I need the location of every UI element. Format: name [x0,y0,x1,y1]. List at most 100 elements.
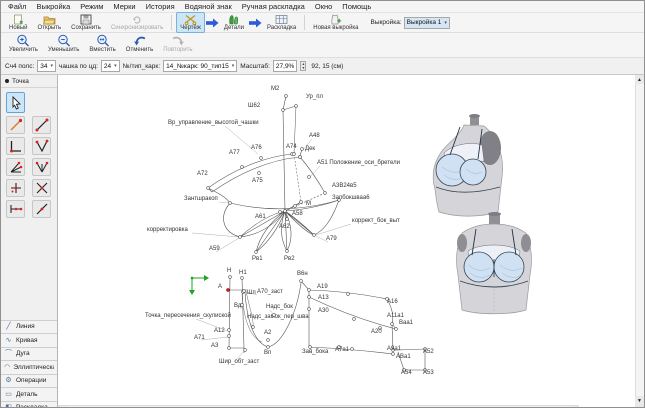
point-marker[interactable] [308,289,311,292]
scroll-down-button[interactable]: ▼ [635,396,644,405]
scroll-up-button[interactable]: ▲ [635,75,644,84]
point-marker[interactable] [258,172,261,175]
point-marker[interactable] [351,348,354,351]
point-marker[interactable] [308,308,311,311]
sync-button[interactable]: Синхронизировать [107,12,167,34]
mode-details-button[interactable]: Детали [220,12,248,34]
point-tool-tangent[interactable] [6,200,25,218]
point-marker[interactable] [309,346,312,349]
point-marker[interactable] [239,236,242,239]
point-marker[interactable] [301,148,304,151]
sidebar-panel-2[interactable]: ∿Кривая [1,333,57,347]
point-label: А53 [423,370,434,376]
point-marker[interactable] [284,210,287,213]
save-button[interactable]: Сохранить [67,12,105,34]
point-marker[interactable] [241,277,244,280]
sidebar-panel-7[interactable]: ◧Раскладка [1,401,57,408]
menu-item-Помощь[interactable]: Помощь [337,2,376,11]
point-marker[interactable] [267,346,270,349]
new-pattern-button[interactable]: Новая выкройка [309,12,362,34]
open-button[interactable]: Открыть [34,12,66,34]
menu-item-Мерки[interactable]: Мерки [108,2,140,11]
point-marker[interactable] [294,205,297,208]
point-marker[interactable] [252,326,255,329]
sidebar-panel-3[interactable]: ⌒Дуга [1,347,57,361]
menu-item-Файл[interactable]: Файл [3,2,31,11]
point-marker[interactable] [241,166,244,169]
vertical-scrollbar[interactable]: ▲ ▼ [635,75,644,405]
point-marker[interactable] [229,276,232,279]
menu-item-Водяной знак[interactable]: Водяной знак [180,2,237,11]
point-tool-perpendicular[interactable] [6,137,25,155]
point-marker[interactable] [282,109,285,112]
new-button[interactable]: Новый [5,12,32,34]
point-marker[interactable] [347,293,350,296]
point-marker[interactable] [273,314,276,317]
point-label: А59 [209,246,220,252]
point-marker[interactable] [229,202,232,205]
redo-button[interactable]: Повторить [159,32,196,56]
undo-button[interactable]: Отменить [122,32,157,56]
point-marker[interactable] [244,349,247,352]
point-tool-cross[interactable] [6,179,25,197]
point-marker[interactable] [285,95,288,98]
scale-input[interactable]: 27,9% [273,60,297,72]
point-tool-intersect[interactable] [32,179,51,197]
highlighted-point-marker[interactable] [227,289,230,292]
point-tool-rays[interactable] [32,158,51,176]
menu-item-Окно[interactable]: Окно [310,2,337,11]
point-tool-offset[interactable] [32,200,51,218]
menu-item-Выкройка[interactable]: Выкройка [31,2,75,11]
point-marker[interactable] [300,280,303,283]
menu-item-Ручная раскладка[interactable]: Ручная раскладка [237,2,310,11]
point-marker[interactable] [293,153,296,156]
sidebar-panel-5[interactable]: ⚙Операции [1,374,57,388]
point-tool-angle[interactable] [32,137,51,155]
zoom-in-button[interactable]: Увеличить [5,32,42,56]
point-marker[interactable] [392,353,395,356]
point-tool-bisector[interactable] [6,158,25,176]
point-marker[interactable] [391,323,394,326]
point-marker[interactable] [286,218,289,221]
sidebar-panel-1[interactable]: ╱Линия [1,320,57,334]
point-marker[interactable] [308,176,311,179]
menu-item-Режим[interactable]: Режим [75,2,108,11]
point-marker[interactable] [353,318,356,321]
point-marker[interactable] [395,328,398,331]
point-label: Шп [247,290,256,296]
point-marker[interactable] [228,335,231,338]
point-marker[interactable] [279,211,282,214]
frame-param-combo[interactable]: 14_№карк: 90_тип15 ▾ [163,60,237,72]
point-tool-free[interactable] [6,116,25,134]
point-marker[interactable] [255,251,258,254]
sidebar-panel-6[interactable]: ▭Деталь [1,387,57,401]
point-marker[interactable] [228,329,231,332]
mode-layout-button[interactable]: Раскладка [263,12,300,34]
zoom-out-button[interactable]: Уменьшить [44,32,83,56]
point-marker[interactable] [228,347,231,350]
point-marker[interactable] [299,156,302,159]
point-marker[interactable] [313,234,316,237]
pattern-drawing[interactable]: М2Ур_плШ62Вр_управление_высотой_чашкиА48… [58,75,637,405]
point-marker[interactable] [260,157,263,160]
point-marker[interactable] [295,105,298,108]
point-marker[interactable] [286,250,289,253]
cup-param-combo[interactable]: 24 ▾ [101,60,120,72]
point-marker[interactable] [308,296,311,299]
point-marker[interactable] [207,187,210,190]
sidebar-panel-4[interactable]: ◠Эллиптическая д... [1,360,57,374]
scale-stepper[interactable]: ▴▾ [300,61,306,71]
select-tool[interactable] [6,92,25,113]
pattern-selector-combo[interactable]: Выкройка 1 ▾ [404,17,450,29]
point-marker[interactable] [324,192,327,195]
point-tool-on-line[interactable] [32,116,51,134]
zoom-fit-button[interactable]: Вместить [85,32,119,56]
mode-drawing-button[interactable]: Чертёж [176,12,205,34]
menu-item-История[interactable]: История [141,2,180,11]
point-marker[interactable] [300,201,303,204]
size-param-combo[interactable]: 34 ▾ [37,60,56,72]
point-panel-header[interactable]: Точка [1,75,57,88]
drawing-canvas[interactable]: М2Ур_плШ62Вр_управление_высотой_чашкиА48… [58,75,644,408]
point-marker[interactable] [243,290,246,293]
point-marker[interactable] [267,339,270,342]
